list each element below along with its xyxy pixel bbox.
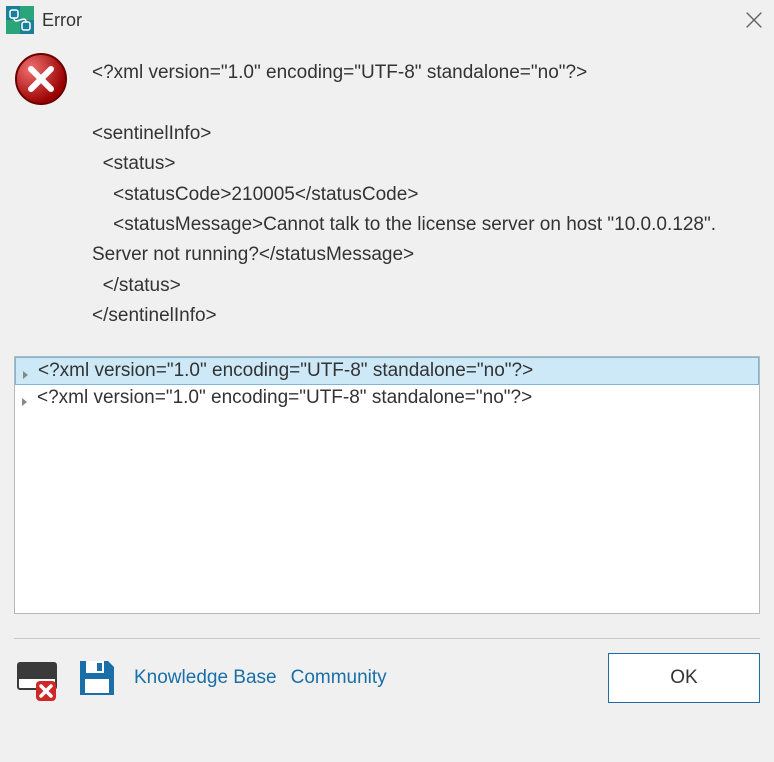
chevron-right-icon[interactable] xyxy=(20,365,32,377)
chevron-right-icon[interactable] xyxy=(19,392,31,404)
list-item[interactable]: <?xml version="1.0" encoding="UTF-8" sta… xyxy=(15,385,759,411)
message-area: <?xml version="1.0" encoding="UTF-8" sta… xyxy=(0,40,774,332)
list-item[interactable]: <?xml version="1.0" encoding="UTF-8" sta… xyxy=(15,357,759,385)
footer-links: Knowledge Base Community xyxy=(134,667,387,689)
footer: Knowledge Base Community OK xyxy=(0,639,774,717)
close-icon[interactable] xyxy=(740,6,768,34)
error-message: <?xml version="1.0" encoding="UTF-8" sta… xyxy=(92,52,760,332)
window-title: Error xyxy=(42,10,740,31)
list-item-text: <?xml version="1.0" encoding="UTF-8" sta… xyxy=(38,360,533,382)
knowledge-base-link[interactable]: Knowledge Base xyxy=(134,667,277,689)
save-icon[interactable] xyxy=(74,655,120,701)
details-list[interactable]: <?xml version="1.0" encoding="UTF-8" sta… xyxy=(14,356,760,614)
report-error-icon[interactable] xyxy=(14,655,60,701)
app-icon xyxy=(6,6,34,34)
list-item-text: <?xml version="1.0" encoding="UTF-8" sta… xyxy=(37,387,532,409)
titlebar: Error xyxy=(0,0,774,40)
community-link[interactable]: Community xyxy=(291,667,387,689)
error-icon xyxy=(14,52,68,106)
ok-button[interactable]: OK xyxy=(608,653,760,703)
